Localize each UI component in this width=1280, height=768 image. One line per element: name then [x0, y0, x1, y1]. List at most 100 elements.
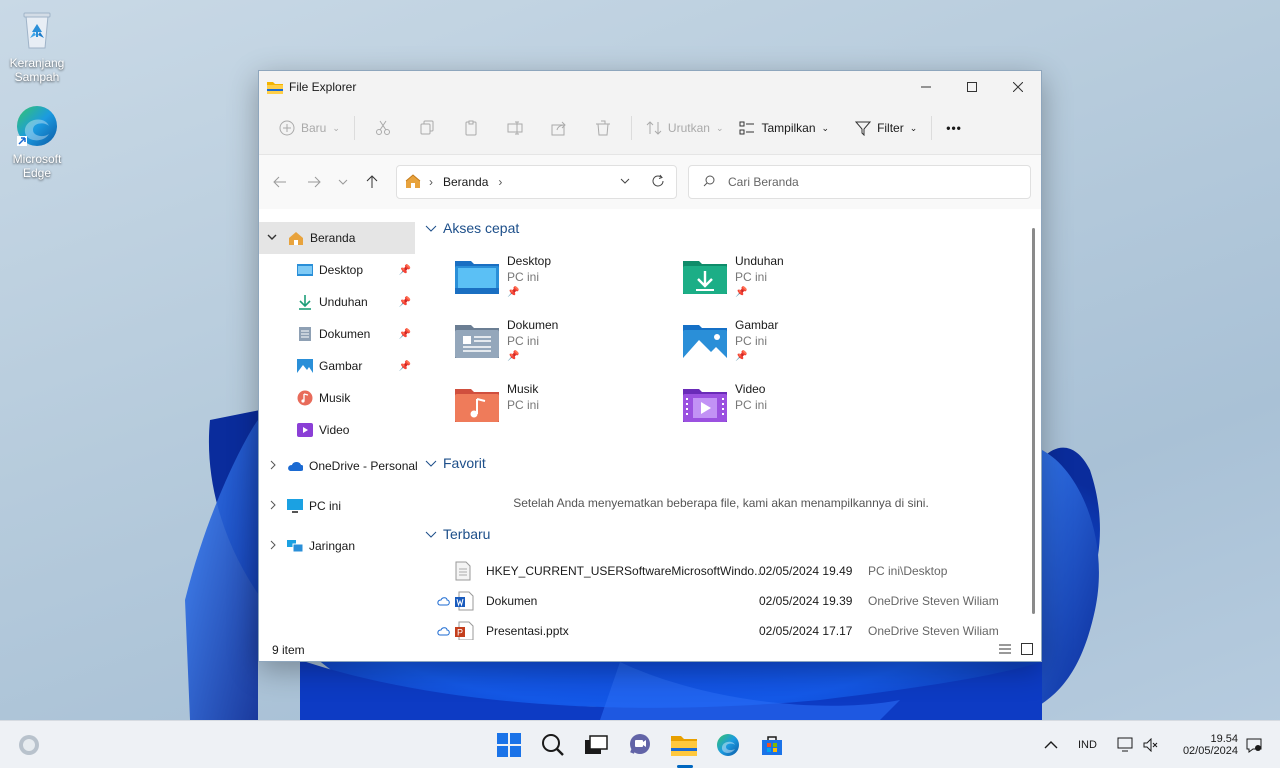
maximize-button[interactable]: [949, 71, 995, 102]
chevron-down-icon: ⌄: [909, 122, 918, 133]
task-view-button[interactable]: [581, 730, 611, 760]
navigation-pane: Beranda Desktop 📌 Unduhan 📌 Dokumen 📌 Ga…: [259, 210, 418, 640]
desktop-icon-recycle-bin[interactable]: Keranjang Sampah: [1, 8, 73, 84]
documents-folder-icon: [455, 325, 499, 358]
details-view-button[interactable]: [999, 643, 1011, 658]
title-bar[interactable]: File Explorer: [259, 71, 1041, 102]
quick-access-tile-downloads[interactable]: Unduhan PC ini 📌: [683, 254, 903, 310]
notifications-button[interactable]: [1246, 721, 1262, 768]
address-bar[interactable]: › Beranda ›: [396, 165, 677, 199]
sidebar-item-downloads[interactable]: Unduhan 📌: [259, 286, 415, 318]
recent-header[interactable]: Terbaru: [425, 526, 490, 542]
tiles-view-button[interactable]: [1021, 643, 1033, 658]
paste-button[interactable]: [449, 112, 493, 144]
search-box[interactable]: Cari Beranda: [688, 165, 1031, 199]
document-icon: [297, 326, 313, 342]
sidebar-item-pictures[interactable]: Gambar 📌: [259, 350, 415, 382]
chevron-right-icon: [269, 539, 277, 553]
share-button[interactable]: [537, 112, 581, 144]
clock[interactable]: 19.54 02/05/2024: [1170, 721, 1238, 768]
sidebar-item-label: Gambar: [319, 359, 363, 373]
sidebar-item-onedrive[interactable]: OneDrive - Personal: [259, 446, 418, 486]
delete-button[interactable]: [581, 112, 625, 144]
breadcrumb-location[interactable]: Beranda: [443, 175, 488, 189]
quick-access-tile-videos[interactable]: Video PC ini: [683, 382, 903, 438]
sidebar-item-videos[interactable]: Video: [259, 414, 415, 446]
rename-button[interactable]: [493, 112, 537, 144]
sidebar-item-network[interactable]: Jaringan: [259, 526, 417, 566]
network-status-button[interactable]: [1117, 721, 1135, 768]
sidebar-item-label: OneDrive - Personal: [309, 459, 418, 473]
recent-file-row[interactable]: Dokumen 02/05/2024 19.39 OneDrive Steven…: [421, 586, 1021, 616]
view-button[interactable]: Tampilkan ⌄: [731, 112, 837, 144]
sidebar-item-home[interactable]: Beranda: [259, 222, 415, 254]
recent-file-date: 02/05/2024 19.39: [759, 594, 853, 608]
chevron-right-icon: [269, 459, 277, 473]
command-bar: Baru ⌄ Urutkan ⌄ Tampilkan ⌄ Filter ⌄ ••…: [259, 102, 1041, 155]
item-count: 9 item: [272, 642, 305, 657]
downloads-folder-icon: [683, 261, 727, 294]
sidebar-item-this-pc[interactable]: PC ini: [259, 486, 417, 526]
forward-button[interactable]: [297, 165, 331, 199]
search-placeholder: Cari Beranda: [728, 175, 799, 189]
tile-name: Desktop: [507, 254, 552, 268]
new-button[interactable]: Baru ⌄: [271, 112, 348, 144]
edge-taskbar-button[interactable]: [713, 730, 743, 760]
computer-icon: [287, 498, 303, 514]
pin-icon: 📌: [507, 351, 520, 362]
taskbar: IND 19.54 02/05/2024: [0, 720, 1280, 768]
copy-button[interactable]: [405, 112, 449, 144]
clock-time: 19.54: [1210, 733, 1238, 745]
new-label: Baru: [301, 121, 327, 135]
sidebar-item-music[interactable]: Musik: [259, 382, 415, 414]
close-button[interactable]: [995, 71, 1041, 102]
quick-access-tile-pictures[interactable]: Gambar PC ini 📌: [683, 318, 903, 374]
desktop-icon-label: Keranjang Sampah: [9, 56, 65, 84]
file-explorer-taskbar-button[interactable]: [669, 730, 699, 760]
pictures-icon: [297, 358, 313, 374]
search-button[interactable]: [538, 730, 568, 760]
chevron-right-icon: [269, 499, 277, 513]
quick-access-tile-documents[interactable]: Dokumen PC ini 📌: [455, 318, 675, 374]
desktop-icon-edge[interactable]: Microsoft Edge: [1, 104, 73, 180]
sidebar-item-label: Beranda: [310, 231, 356, 245]
input-language-indicator[interactable]: IND: [1078, 721, 1097, 768]
status-bar: 9 item: [259, 638, 1041, 661]
vertical-scrollbar[interactable]: [1032, 228, 1035, 614]
widgets-button[interactable]: [14, 730, 44, 760]
sound-button[interactable]: [1143, 721, 1159, 768]
video-icon: [297, 422, 313, 438]
home-icon: [405, 173, 421, 192]
filter-icon: [855, 121, 872, 136]
videos-folder-icon: [683, 389, 727, 422]
refresh-button[interactable]: [651, 174, 665, 191]
start-button[interactable]: [494, 730, 524, 760]
quick-access-tile-desktop[interactable]: Desktop PC ini 📌: [455, 254, 675, 310]
navigation-bar: › Beranda › Cari Beranda: [259, 155, 1041, 209]
chat-button[interactable]: [625, 730, 655, 760]
store-button[interactable]: [757, 730, 787, 760]
address-history-button[interactable]: [620, 175, 630, 189]
sidebar-item-desktop[interactable]: Desktop 📌: [259, 254, 415, 286]
section-title: Favorit: [443, 455, 486, 471]
show-hidden-icons-button[interactable]: [1044, 721, 1058, 768]
share-icon: [551, 121, 566, 136]
recent-locations-button[interactable]: [331, 165, 355, 199]
recent-file-row[interactable]: HKEY_CURRENT_USERSoftwareMicrosoftWindo.…: [421, 556, 1021, 586]
recent-file-location: PC ini\Desktop: [868, 564, 948, 578]
favorites-header[interactable]: Favorit: [425, 455, 486, 471]
sidebar-item-documents[interactable]: Dokumen 📌: [259, 318, 415, 350]
up-button[interactable]: [355, 165, 389, 199]
sort-button[interactable]: Urutkan ⌄: [638, 112, 732, 144]
quick-access-header[interactable]: Akses cepat: [425, 220, 519, 236]
cut-button[interactable]: [361, 112, 405, 144]
quick-access-tile-music[interactable]: Musik PC ini: [455, 382, 675, 438]
more-button[interactable]: •••: [938, 112, 970, 144]
back-button[interactable]: [263, 165, 297, 199]
filter-button[interactable]: Filter ⌄: [847, 112, 925, 144]
word-document-icon: [454, 591, 474, 614]
recent-file-row[interactable]: P Presentasi.pptx 02/05/2024 17.17 OneDr…: [421, 616, 1021, 640]
task-view-icon: [585, 735, 608, 754]
minimize-button[interactable]: [903, 71, 949, 102]
network-icon: [287, 538, 303, 554]
